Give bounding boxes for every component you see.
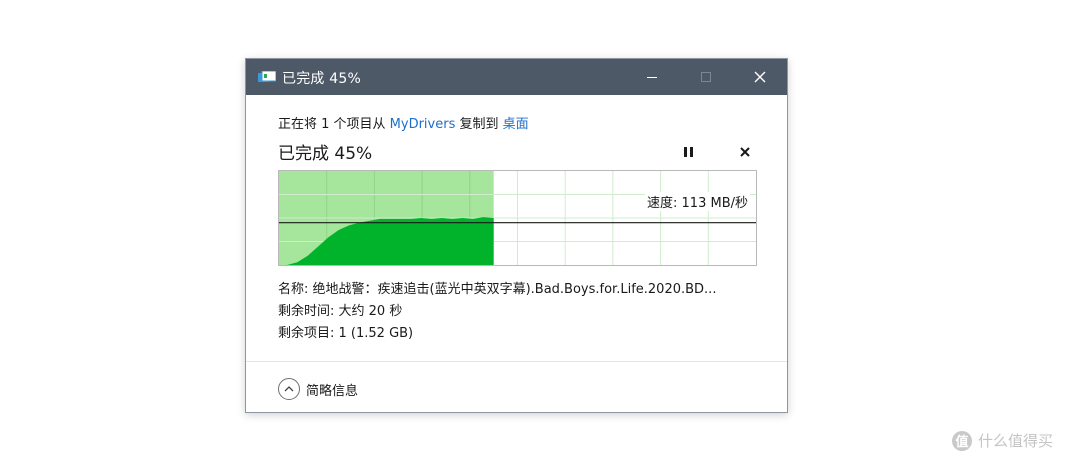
maximize-button[interactable]: [683, 59, 729, 95]
pause-icon: [683, 147, 693, 157]
time-remaining-label: 剩余时间:: [278, 304, 339, 319]
watermark-text: 什么值得买: [978, 432, 1054, 450]
copy-prefix-text: 正在将 1 个项目从: [278, 117, 390, 132]
speed-label: 速度: 113 MB/秒: [645, 192, 750, 211]
file-copy-icon: [258, 71, 276, 82]
watermark: 值 什么值得买: [952, 430, 1053, 451]
copy-progress-dialog: 已完成 45% 正在将 1 个项目从 MyDrivers 复制到 桌面 已完成 …: [245, 58, 788, 413]
source-link[interactable]: MyDrivers: [390, 117, 456, 132]
time-remaining-row: 剩余时间: 大约 20 秒: [278, 301, 716, 323]
speed-graph-canvas: [279, 171, 756, 265]
cancel-button[interactable]: [734, 141, 756, 163]
maximize-icon: [701, 72, 711, 82]
cancel-icon: [740, 147, 750, 157]
screen: 已完成 45% 正在将 1 个项目从 MyDrivers 复制到 桌面 已完成 …: [0, 0, 1080, 465]
chevron-up-icon: [278, 378, 300, 400]
window-title: 已完成 45%: [282, 71, 361, 87]
pause-button[interactable]: [677, 141, 699, 163]
progress-title: 已完成 45%: [278, 144, 373, 164]
name-row: 名称: 绝地战警：疾速追击(蓝光中英双字幕).Bad.Boys.for.Life…: [278, 279, 716, 301]
close-button[interactable]: [737, 59, 783, 95]
items-remaining-value: 1 (1.52 GB): [338, 326, 414, 341]
copy-description: 正在将 1 个项目从 MyDrivers 复制到 桌面: [278, 113, 529, 132]
items-remaining-row: 剩余项目: 1 (1.52 GB): [278, 323, 716, 345]
fewer-details-label: 简略信息: [306, 383, 359, 399]
minimize-icon: [647, 76, 657, 78]
close-icon: [754, 71, 766, 83]
details-panel: 名称: 绝地战警：疾速追击(蓝光中英双字幕).Bad.Boys.for.Life…: [278, 279, 716, 345]
fewer-details-toggle[interactable]: 简略信息: [278, 377, 358, 401]
name-label: 名称:: [278, 282, 313, 297]
time-remaining-value: 大约 20 秒: [338, 304, 403, 319]
name-value: 绝地战警：疾速追击(蓝光中英双字幕).Bad.Boys.for.Life.202…: [312, 282, 717, 297]
footer-divider: [246, 361, 787, 362]
watermark-logo-icon: 值: [952, 430, 972, 451]
destination-link[interactable]: 桌面: [503, 117, 529, 132]
items-remaining-label: 剩余项目:: [278, 326, 339, 341]
title-bar[interactable]: 已完成 45%: [246, 59, 787, 95]
copy-middle-text: 复制到: [455, 117, 503, 132]
minimize-button[interactable]: [629, 59, 675, 95]
speed-graph: 速度: 113 MB/秒: [278, 170, 757, 266]
